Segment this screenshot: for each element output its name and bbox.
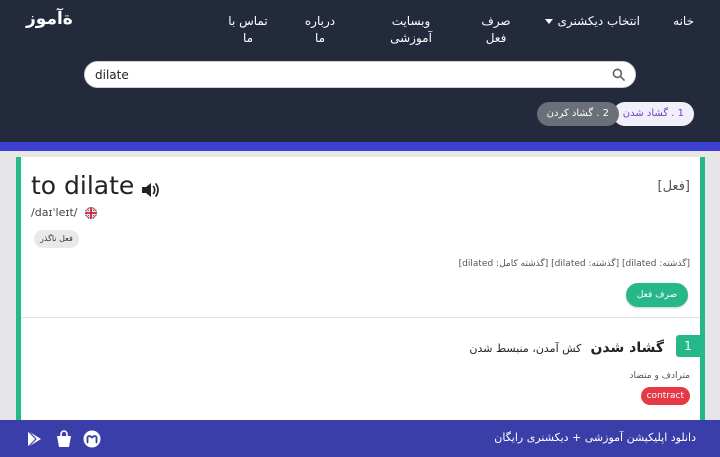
- sense-word: گشاد شدن: [590, 340, 664, 356]
- sense-chip-2[interactable]: 2 . گشاد کردن: [536, 102, 619, 126]
- nav-dictionary-dropdown[interactable]: انتخاب دیکشنری: [544, 13, 640, 30]
- divider: [21, 317, 700, 318]
- pronunciation: /daɪˈleɪt/: [31, 206, 78, 219]
- search-icon[interactable]: [612, 68, 625, 81]
- nav-contact[interactable]: تماس با ما: [228, 13, 268, 47]
- synonyms-label: مترادف و متضاد: [629, 371, 691, 381]
- antonym-tag[interactable]: contract: [640, 387, 690, 405]
- nav-dictionary-label: انتخاب دیکشنری: [557, 14, 640, 28]
- sense-number-badge: 1: [676, 335, 700, 357]
- site-header: ﺓآموز خانه انتخاب دیکشنری صرف فعل وبسایت…: [0, 0, 720, 142]
- nav-conjugation[interactable]: صرف فعل: [476, 13, 516, 47]
- nav-home[interactable]: خانه: [673, 13, 694, 30]
- banner-text: دانلود اپلیکیشن آموزشی + دیکشنری رایگان: [494, 431, 696, 444]
- headword: to dilate: [31, 171, 135, 200]
- myket-icon[interactable]: [82, 429, 102, 449]
- app-download-banner[interactable]: دانلود اپلیکیشن آموزشی + دیکشنری رایگان: [0, 420, 720, 457]
- header-stripe: [0, 142, 720, 151]
- sense-chip-1[interactable]: 1 . گشاد شدن: [612, 102, 694, 126]
- verb-forms: [گذشته: dilated] [گذشته: dilated] [گذشته…: [458, 259, 690, 269]
- google-play-icon[interactable]: [24, 429, 44, 449]
- site-logo[interactable]: ﺓآموز: [26, 9, 73, 29]
- conjugate-button[interactable]: صرف فعل: [626, 283, 688, 307]
- speaker-icon[interactable]: [141, 181, 161, 199]
- nav-about[interactable]: درباره ما: [300, 13, 340, 47]
- caret-down-icon: [544, 19, 553, 24]
- sense-definition: کش آمدن، منبسط شدن: [469, 342, 582, 355]
- search-bar: [84, 61, 636, 88]
- shopping-bag-icon[interactable]: [54, 429, 74, 449]
- sense-line: گشاد شدن کش آمدن، منبسط شدن: [469, 337, 664, 356]
- nav-educational-site[interactable]: وبسایت آموزشی: [382, 13, 440, 47]
- part-of-speech-label: [فعل]: [657, 179, 690, 194]
- entry-card: to dilate [فعل] /daɪˈleɪt/ فعل ناگذر [گذ…: [16, 157, 705, 457]
- intransitive-badge: فعل ناگذر: [34, 230, 79, 248]
- search-input[interactable]: [95, 62, 595, 87]
- uk-flag-icon[interactable]: [85, 207, 97, 219]
